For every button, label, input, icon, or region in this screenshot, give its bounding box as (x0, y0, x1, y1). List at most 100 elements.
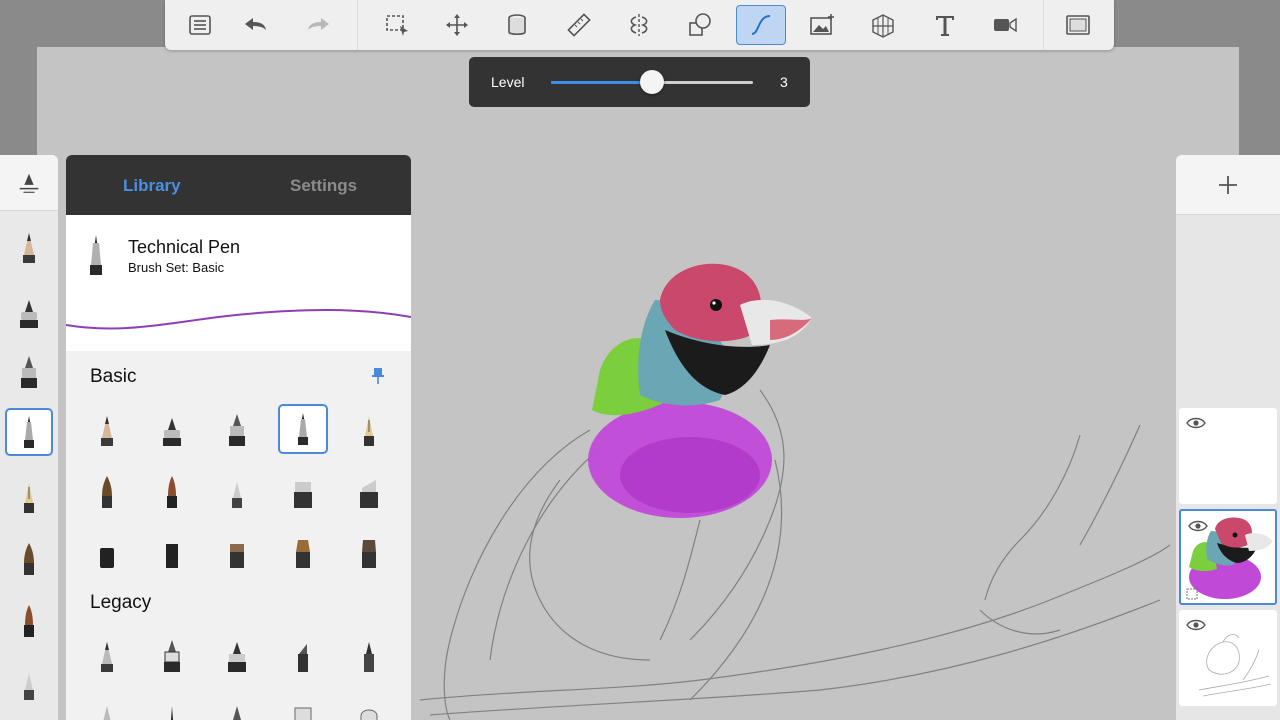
shapes-button[interactable] (675, 5, 725, 45)
palette-brush-technical-pen[interactable] (5, 408, 53, 456)
pencil-brush-icon (101, 642, 113, 672)
level-slider[interactable] (551, 70, 753, 94)
undo-button[interactable] (230, 5, 280, 45)
brush-fan[interactable] (278, 527, 328, 577)
wide-brush-icon (362, 540, 376, 568)
layer-color[interactable] (1179, 509, 1277, 605)
perspective-button[interactable] (858, 5, 908, 45)
transform-button[interactable] (432, 5, 482, 45)
toolbar-divider (1043, 0, 1044, 50)
brush-library-panel: Library Settings Technical Pen Brush Set… (66, 155, 411, 720)
legacy-brush-nib[interactable] (212, 689, 262, 720)
marker-brush-icon (228, 642, 246, 672)
library-tabs: Library Settings (66, 155, 411, 215)
palette-brush-airbrush[interactable] (5, 660, 53, 708)
brush-flat-tan[interactable] (212, 527, 262, 577)
level-slider-thumb[interactable] (640, 70, 664, 94)
video-camera-icon (994, 17, 1017, 33)
eye-icon[interactable] (1186, 416, 1206, 430)
brush-chisel-marker[interactable] (344, 467, 394, 517)
fan-brush-icon (296, 540, 310, 568)
brush-ink-pen[interactable] (212, 405, 262, 455)
legacy-brush-chisel[interactable] (278, 631, 328, 681)
airbrush-brush-icon (232, 482, 242, 508)
selection-icon (386, 15, 408, 36)
list-icon (189, 15, 211, 35)
predictive-stroke-button[interactable] (736, 5, 786, 45)
pen-brush-icon (364, 642, 374, 672)
timelapse-button[interactable] (980, 5, 1030, 45)
legacy-brush-ink[interactable] (147, 631, 197, 681)
text-button[interactable] (920, 5, 970, 45)
layer-empty[interactable] (1179, 408, 1277, 504)
brush-palette (0, 155, 58, 720)
pencil-brush-icon (101, 416, 113, 446)
brush-pencil[interactable] (82, 405, 132, 455)
palette-brush-ink[interactable] (5, 348, 53, 396)
thin-pencil-brush-icon (103, 706, 111, 720)
fullscreen-button[interactable] (1053, 5, 1103, 45)
brush-airbrush[interactable] (212, 467, 262, 517)
legacy-brush-pen[interactable] (344, 631, 394, 681)
layer-sketch[interactable] (1179, 610, 1277, 706)
palette-brush-paint[interactable] (5, 535, 53, 583)
redo-button[interactable] (294, 5, 344, 45)
legacy-brush-block[interactable] (278, 689, 328, 720)
nib-brush-icon (233, 706, 241, 720)
block-brush-icon (294, 707, 312, 720)
brush-properties-button[interactable] (0, 155, 58, 211)
layer-color-thumbnail (1186, 517, 1273, 600)
stroke-preview (66, 309, 411, 330)
palette-brush-marker[interactable] (5, 288, 53, 336)
technical-pen-brush-icon (298, 413, 308, 445)
paint-brush-icon (24, 543, 34, 575)
palette-brush-pencil[interactable] (5, 223, 53, 271)
brush-flat-marker[interactable] (278, 467, 328, 517)
brush-library-button[interactable] (175, 5, 225, 45)
legacy-brush-pencil[interactable] (82, 631, 132, 681)
level-value: 3 (780, 74, 788, 90)
tab-library[interactable]: Library (123, 176, 181, 196)
technical-pen-brush-icon (24, 416, 34, 448)
brush-marker[interactable] (147, 405, 197, 455)
move-icon (446, 14, 468, 36)
ruler-button[interactable] (554, 5, 604, 45)
fill-button[interactable] (492, 5, 542, 45)
marker-brush-icon (163, 418, 181, 446)
brush-flat-dark[interactable] (147, 527, 197, 577)
legacy-brush-eraser[interactable] (344, 689, 394, 720)
fine-pen-brush-icon (171, 706, 173, 720)
brush-round[interactable] (147, 467, 197, 517)
legacy-brush-thin[interactable] (82, 689, 132, 720)
current-brush-name: Technical Pen (128, 237, 241, 257)
paint-brush-icon (102, 476, 112, 508)
pin-icon[interactable] (371, 367, 385, 385)
legacy-brush-marker[interactable] (212, 631, 262, 681)
text-icon (936, 16, 954, 36)
brush-fountain-pen[interactable] (344, 405, 394, 455)
palette-brush-fountain-pen[interactable] (5, 473, 53, 521)
brush-flat-black[interactable] (82, 527, 132, 577)
current-brush-header: Technical Pen Brush Set: Basic (66, 215, 411, 351)
brush-technical-pen[interactable] (278, 404, 328, 454)
level-popup: Level 3 (469, 57, 810, 107)
symmetry-icon (630, 14, 648, 36)
add-image-button[interactable] (797, 5, 847, 45)
layers-panel (1176, 155, 1280, 720)
perspective-grid-icon (872, 14, 894, 38)
flat-brush-icon (166, 544, 178, 568)
image-icon (810, 14, 834, 35)
brush-wide[interactable] (344, 527, 394, 577)
tab-settings[interactable]: Settings (290, 176, 357, 196)
symmetry-button[interactable] (614, 5, 664, 45)
selection-button[interactable] (372, 5, 422, 45)
brush-paint[interactable] (82, 467, 132, 517)
layer-sketch-thumbnail (1198, 634, 1272, 697)
top-toolbar (165, 0, 1114, 50)
shapes-icon (689, 13, 711, 36)
palette-brush-round[interactable] (5, 597, 53, 645)
toolbar-divider (357, 0, 358, 50)
legacy-brush-fine[interactable] (147, 689, 197, 720)
add-layer-button[interactable] (1176, 155, 1280, 215)
eraser-brush-icon (360, 709, 378, 720)
